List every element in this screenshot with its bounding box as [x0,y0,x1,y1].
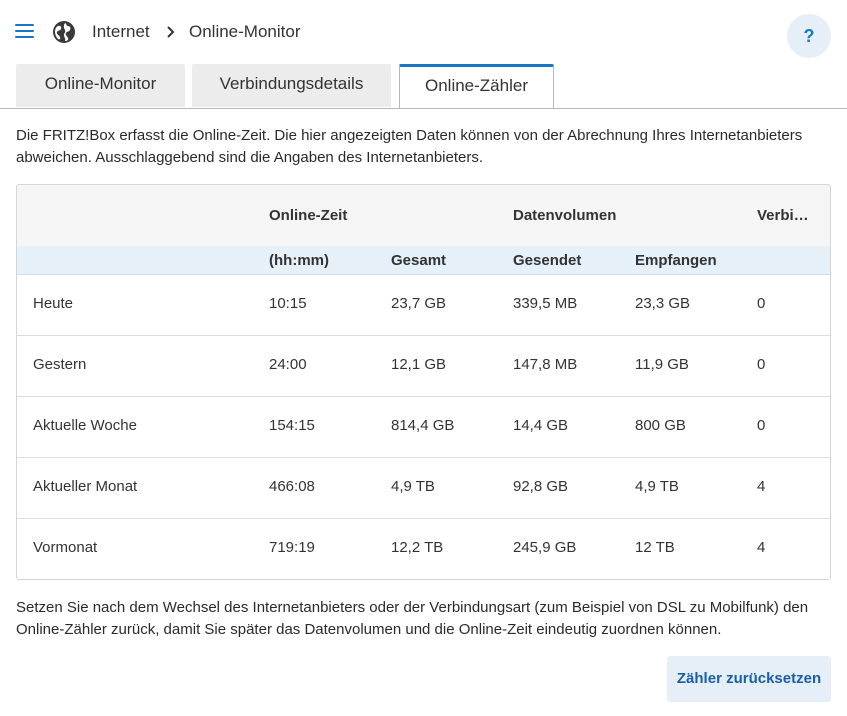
cell-connections: 4 [757,478,766,495]
cell-period: Aktuelle Woche [33,417,137,434]
cell-received: 800 GB [635,417,686,434]
cell-sent: 245,9 GB [513,539,577,556]
cell-time: 24:00 [269,356,307,373]
cell-period: Aktueller Monat [33,478,138,495]
chevron-right-icon [167,26,175,38]
table-row: Heute 10:15 23,7 GB 339,5 MB 23,3 GB 0 [17,275,830,336]
tab-online-monitor[interactable]: Online-Monitor [16,64,185,107]
tab-bar: Online-Monitor Verbindungsdetails Online… [0,64,847,109]
cell-period: Gestern [33,356,87,373]
header-online-time: Online-Zeit [269,207,348,224]
cell-received: 23,3 GB [635,295,691,312]
table-row: Aktuelle Woche 154:15 814,4 GB 14,4 GB 8… [17,397,830,458]
hamburger-menu-icon[interactable] [15,24,34,38]
subheader-total: Gesamt [391,252,447,269]
cell-total: 814,4 GB [391,417,455,434]
cell-total: 4,9 TB [391,478,435,495]
cell-total: 12,2 TB [391,539,444,556]
cell-total: 12,1 GB [391,356,447,373]
intro-text: Die FRITZ!Box erfasst die Online-Zeit. D… [16,127,803,166]
table-row: Aktueller Monat 466:08 4,9 TB 92,8 GB 4,… [17,458,830,519]
cell-sent: 92,8 GB [513,478,569,495]
table-row: Gestern 24:00 12,1 GB 147,8 MB 11,9 GB 0 [17,336,830,397]
cell-total: 23,7 GB [391,295,447,312]
header-connections: Verbi… [757,207,809,224]
cell-sent: 339,5 MB [513,295,578,312]
reset-counter-button[interactable]: Zähler zurücksetzen [667,656,831,702]
cell-time: 719:19 [269,539,315,556]
table-subheader-row: (hh:mm) Gesamt Gesendet Empfangen [17,246,830,275]
globe-icon [53,21,75,43]
cell-received: 12 TB [635,539,675,556]
cell-time: 466:08 [269,478,315,495]
top-bar: Internet Online-Monitor ? [0,0,847,64]
cell-sent: 147,8 MB [513,356,578,373]
reset-hint-text: Setzen Sie nach dem Wechsel des Internet… [16,599,809,638]
table-header-row: Online-Zeit Datenvolumen Verbi… [17,185,830,247]
header-data-volume: Datenvolumen [513,207,617,224]
cell-time: 154:15 [269,417,315,434]
breadcrumb-internet[interactable]: Internet [92,21,150,43]
subheader-sent: Gesendet [513,252,582,269]
breadcrumb-current-page: Online-Monitor [189,22,301,41]
help-button[interactable]: ? [787,14,831,58]
cell-received: 11,9 GB [635,356,689,373]
online-counter-table: Online-Zeit Datenvolumen Verbi… (hh:mm) … [16,184,831,580]
tab-online-zaehler[interactable]: Online-Zähler [399,64,554,108]
cell-time: 10:15 [269,295,307,312]
cell-period: Heute [33,295,74,312]
cell-period: Vormonat [33,539,98,556]
table-row: Vormonat 719:19 12,2 TB 245,9 GB 12 TB 4 [17,519,830,579]
cell-connections: 4 [757,539,766,556]
cell-sent: 14,4 GB [513,417,569,434]
cell-connections: 0 [757,356,766,373]
cell-connections: 0 [757,295,766,312]
subheader-unit: (hh:mm) [269,252,329,269]
subheader-received: Empfangen [635,252,717,269]
cell-received: 4,9 TB [635,478,679,495]
cell-connections: 0 [757,417,766,434]
tab-verbindungsdetails[interactable]: Verbindungsdetails [192,64,391,107]
